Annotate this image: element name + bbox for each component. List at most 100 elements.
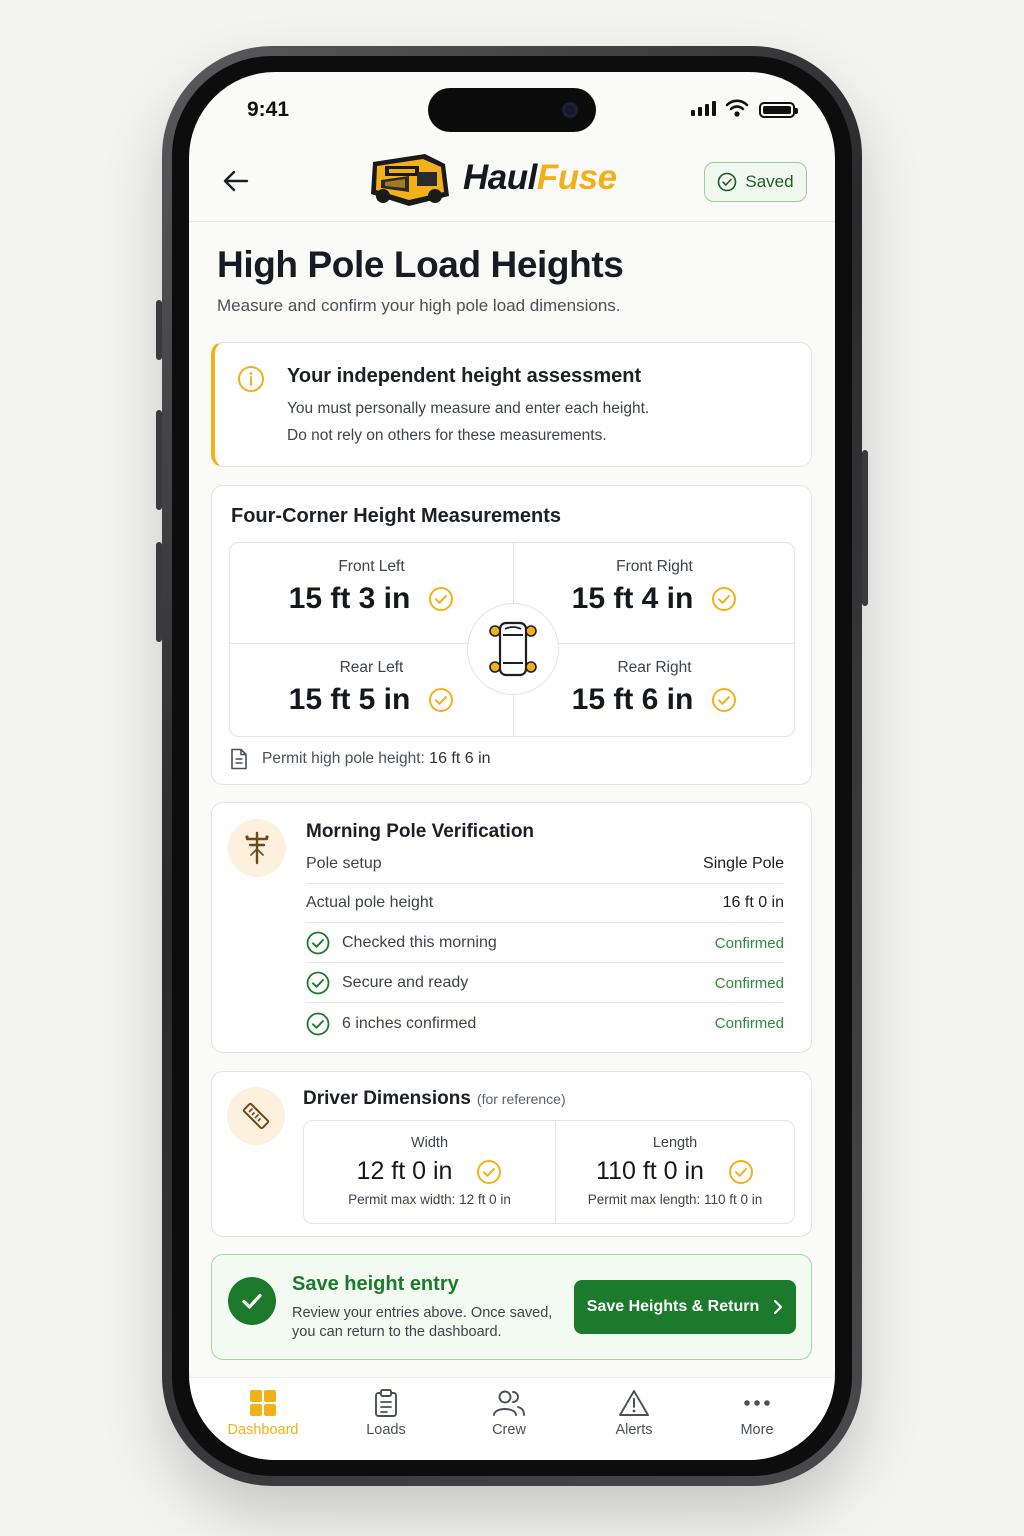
length-label: Length [652, 1135, 698, 1151]
length-cell[interactable]: Length 110 ft 0 in Permit max length: 11… [555, 1121, 795, 1225]
bottom-tab-bar: Dashboard Loads Crew Alerts More [189, 1377, 835, 1460]
pole-setup-row: Pole setup Single Pole [306, 845, 784, 884]
tab-label: Dashboard [227, 1422, 299, 1438]
rear-left-value: 15 ft 5 in [288, 683, 411, 716]
driver-dimensions-card: Driver Dimensions (for reference) Width 1… [211, 1071, 812, 1237]
save-desc-1: Review your entries above. Once saved, [292, 1305, 553, 1321]
check-circle-icon [429, 587, 454, 611]
check-row: 6 inches confirmed Confirmed [306, 1004, 784, 1043]
check-row: Checked this morning Confirmed [306, 924, 784, 963]
vehicle-top-view [467, 603, 559, 695]
notice-title: Your independent height assessment [287, 365, 642, 387]
check-circle-icon [712, 688, 737, 712]
width-value: 12 ft 0 in [356, 1157, 453, 1185]
check-label: Secure and ready [342, 974, 469, 991]
permit-height-label: Permit high pole height: [262, 750, 425, 767]
status-bar: 9:41 [189, 72, 835, 152]
tab-label: Alerts [615, 1422, 653, 1438]
tab-crew[interactable]: Crew [449, 1388, 569, 1438]
save-check-icon-badge [228, 1277, 276, 1325]
tab-loads[interactable]: Loads [326, 1388, 446, 1438]
dynamic-island [428, 88, 596, 132]
notice-line-2: Do not rely on others for these measurem… [287, 427, 607, 444]
pole-setup-label: Pole setup [306, 855, 382, 872]
check-row: Secure and ready Confirmed [306, 964, 784, 1003]
wifi-icon [725, 99, 749, 117]
front-right-label: Front Right [616, 558, 693, 575]
front-right-value: 15 ft 4 in [571, 582, 694, 615]
width-cell[interactable]: Width 12 ft 0 in Permit max width: 12 ft… [304, 1121, 555, 1225]
save-desc-2: you can return to the dashboard. [292, 1324, 502, 1340]
pole-setup-value: Single Pole [703, 855, 784, 872]
driver-title-row: Driver Dimensions (for reference) [303, 1088, 566, 1110]
cellular-signal-icon [691, 100, 716, 116]
volume-down-button [156, 542, 162, 642]
check-circle-icon [477, 1159, 502, 1184]
power-button [862, 450, 868, 606]
front-left-cell[interactable]: Front Left 15 ft 3 in [230, 558, 513, 616]
morning-title: Morning Pole Verification [306, 821, 535, 842]
clipboard-icon [375, 1389, 397, 1417]
rear-right-cell[interactable]: Rear Right 15 ft 6 in [513, 659, 796, 717]
brand-wordmark: HaulFuse [463, 158, 617, 198]
driver-title: Driver Dimensions [303, 1088, 471, 1109]
check-status: Confirmed [714, 934, 784, 952]
volume-up-button [156, 410, 162, 510]
page-subtitle: Measure and confirm your high pole load … [217, 296, 621, 315]
check-circle-icon [306, 971, 330, 995]
check-status: Confirmed [714, 974, 784, 992]
save-heights-button[interactable]: Save Heights & Return [574, 1280, 796, 1334]
driver-note: (for reference) [476, 1091, 566, 1107]
save-button-label: Save Heights & Return [586, 1298, 760, 1315]
actual-height-value: 16 ft 0 in [722, 894, 784, 911]
saved-badge: Saved [704, 162, 807, 202]
tab-label: More [740, 1422, 774, 1438]
document-icon [231, 748, 247, 770]
users-icon [493, 1390, 525, 1416]
save-title: Save height entry [292, 1273, 459, 1295]
actual-height-row: Actual pole height 16 ft 0 in [306, 884, 784, 923]
tab-label: Loads [366, 1422, 406, 1438]
four-corner-title: Four-Corner Height Measurements [231, 505, 562, 527]
check-circle-icon [429, 688, 454, 712]
page-title: High Pole Load Heights [217, 244, 624, 285]
back-arrow-icon[interactable] [221, 166, 251, 196]
tab-dashboard[interactable]: Dashboard [203, 1388, 323, 1438]
more-icon [744, 1400, 770, 1406]
check-circle-icon [718, 172, 737, 192]
check-icon [242, 1293, 262, 1309]
front-right-cell[interactable]: Front Right 15 ft 4 in [513, 558, 796, 616]
notice-line-1: You must personally measure and enter ea… [287, 400, 650, 417]
grid-icon [250, 1390, 276, 1416]
app-screen: 9:41 HaulFuse Saved High Pole Load Heigh… [189, 72, 835, 1460]
camera [562, 102, 578, 118]
permit-height-value: 16 ft 6 in [429, 750, 491, 767]
brand-fuse: Fuse [536, 158, 617, 197]
tab-label: Crew [492, 1422, 526, 1438]
info-icon [238, 366, 264, 392]
check-circle-icon [712, 587, 737, 611]
independent-assessment-notice: Your independent height assessment You m… [211, 342, 812, 467]
tab-alerts[interactable]: Alerts [574, 1388, 694, 1438]
status-time: 9:41 [247, 98, 290, 121]
check-status: Confirmed [714, 1015, 784, 1032]
length-value: 110 ft 0 in [596, 1157, 704, 1185]
alert-icon [619, 1390, 649, 1416]
tab-more[interactable]: More [697, 1388, 817, 1438]
check-circle-icon [306, 1012, 330, 1035]
saved-label: Saved [745, 172, 794, 191]
chevron-right-icon [774, 1299, 783, 1315]
length-permit: Permit max length: 110 ft 0 in [587, 1192, 763, 1207]
check-label: Checked this morning [342, 934, 497, 951]
truck-logo-icon [371, 154, 449, 206]
battery-icon [759, 102, 798, 118]
check-label: 6 inches confirmed [342, 1014, 477, 1032]
check-circle-icon [728, 1159, 753, 1184]
width-permit: Permit max width: 12 ft 0 in [348, 1192, 511, 1207]
permit-height-row: Permit high pole height: 16 ft 6 in [230, 748, 491, 770]
ruler-icon-badge [227, 1087, 285, 1145]
corner-grid: Front Left 15 ft 3 in Front Right 15 ft … [229, 542, 795, 737]
rear-right-value: 15 ft 6 in [571, 683, 694, 716]
app-header: HaulFuse Saved [189, 152, 835, 222]
front-left-value: 15 ft 3 in [288, 582, 411, 615]
